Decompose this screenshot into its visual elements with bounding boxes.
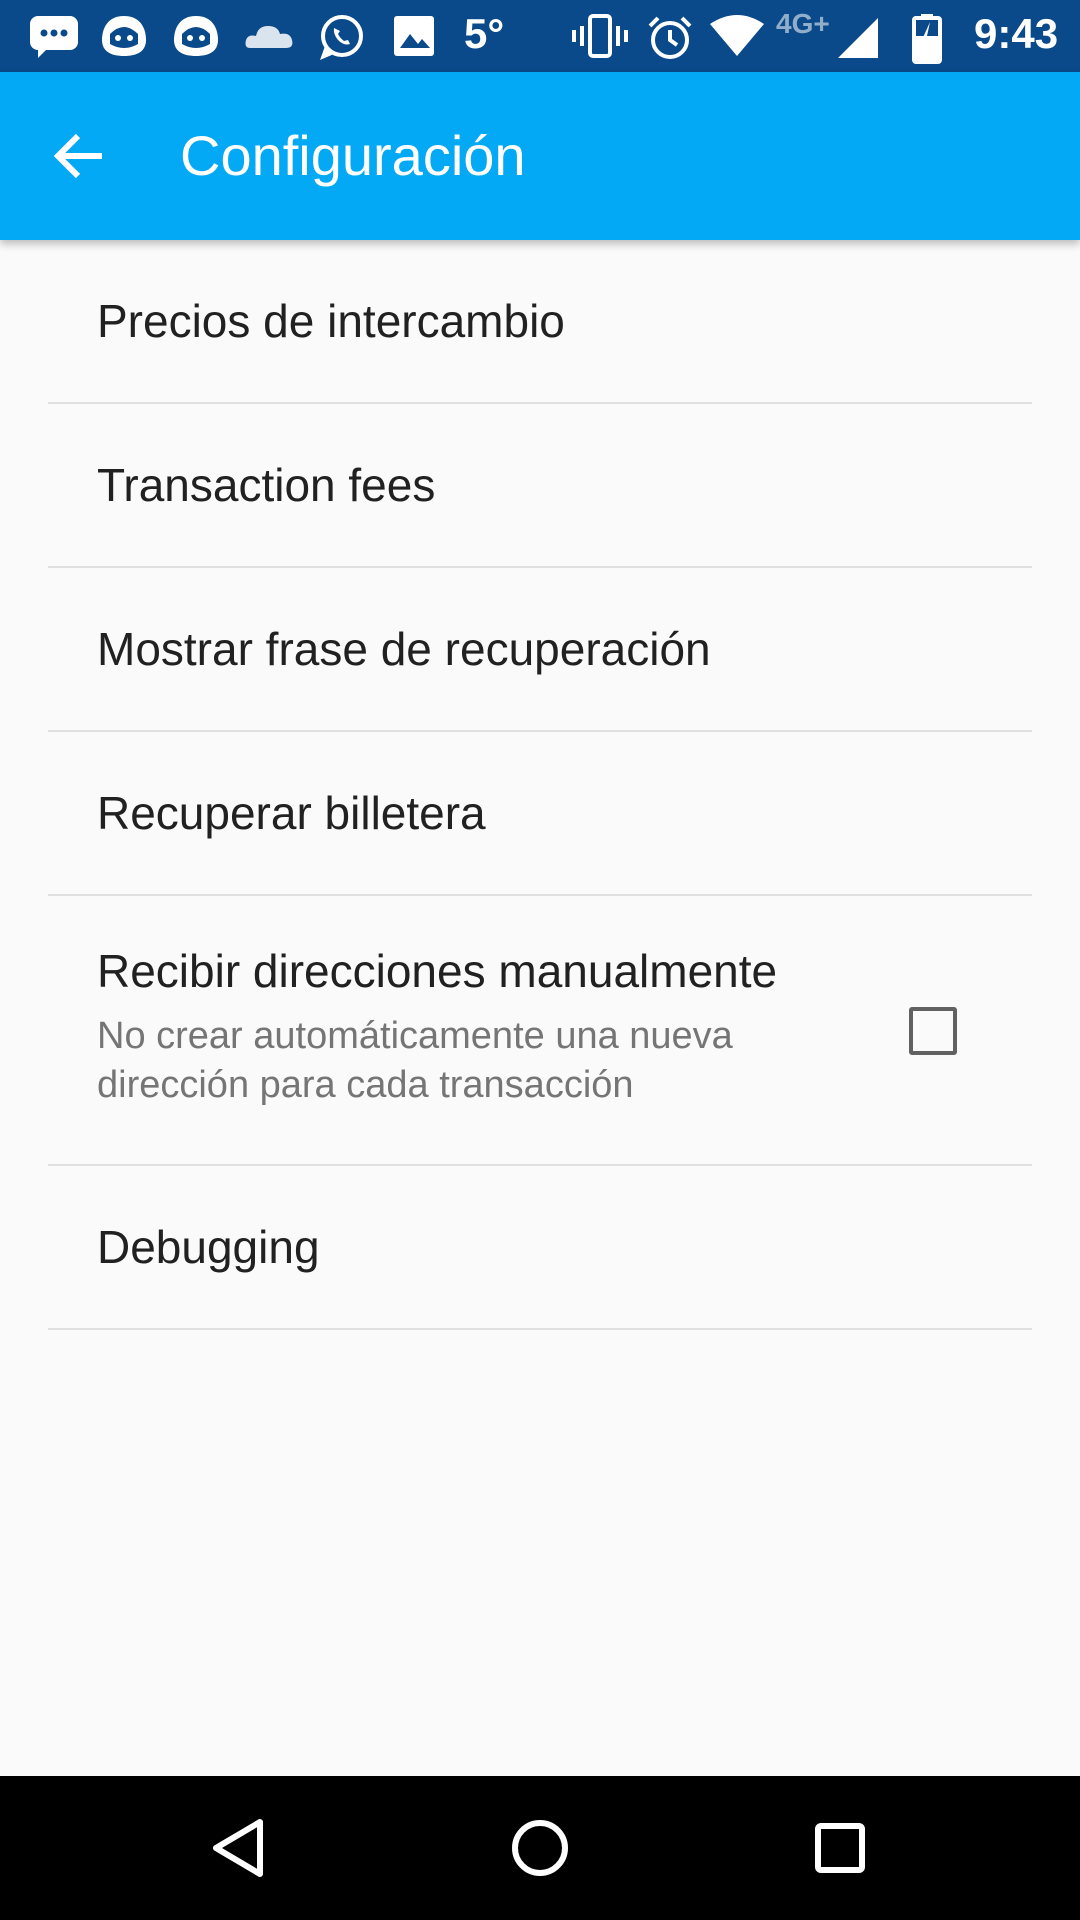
setting-label: Transaction fees (97, 459, 436, 511)
navigation-bar (0, 1776, 1080, 1920)
setting-debugging[interactable]: Debugging (0, 1166, 1080, 1330)
app-bar: Configuración (0, 72, 1080, 240)
wifi-icon (710, 15, 764, 56)
signal-icon (838, 18, 878, 58)
setting-restore-wallet[interactable]: Recuperar billetera (0, 732, 1080, 896)
setting-summary: No crear automáticamente una nueva direc… (97, 1015, 733, 1106)
setting-show-recovery-phrase[interactable]: Mostrar frase de recuperación (0, 568, 1080, 732)
temperature-text: 5° (464, 10, 505, 57)
messages-icon (30, 16, 78, 58)
image-icon (394, 16, 434, 56)
bitmoji-icon (102, 16, 146, 56)
home-circle-icon[interactable] (504, 1812, 576, 1884)
setting-label: Debugging (97, 1221, 320, 1273)
back-arrow-icon[interactable] (48, 124, 112, 188)
network-type-text: 4G+ (776, 8, 830, 39)
setting-exchange-rates[interactable]: Precios de intercambio (0, 240, 1080, 404)
setting-label: Mostrar frase de recuperación (97, 623, 711, 675)
setting-label: Recibir direcciones manualmente (97, 945, 778, 997)
alarm-icon (648, 16, 692, 59)
manual-addresses-checkbox[interactable] (909, 1007, 957, 1055)
page-title: Configuración (180, 124, 526, 187)
divider (48, 1328, 1032, 1330)
setting-manual-addresses[interactable]: Recibir direcciones manualmente No crear… (0, 896, 1080, 1166)
cloud-icon (245, 26, 293, 48)
setting-label: Precios de intercambio (97, 295, 565, 347)
status-bar: 5° 4G+ 9:43 (0, 0, 1080, 72)
bitmoji-icon (174, 16, 218, 56)
clock-text: 9:43 (974, 10, 1059, 57)
setting-transaction-fees[interactable]: Transaction fees (0, 404, 1080, 568)
recents-square-icon[interactable] (804, 1812, 876, 1884)
vibrate-icon (572, 14, 628, 58)
setting-label: Recuperar billetera (97, 787, 486, 839)
battery-icon (912, 14, 942, 64)
whatsapp-icon (320, 15, 363, 60)
settings-list: Precios de intercambio Transaction fees … (0, 240, 1080, 1330)
back-triangle-icon[interactable] (204, 1812, 276, 1884)
